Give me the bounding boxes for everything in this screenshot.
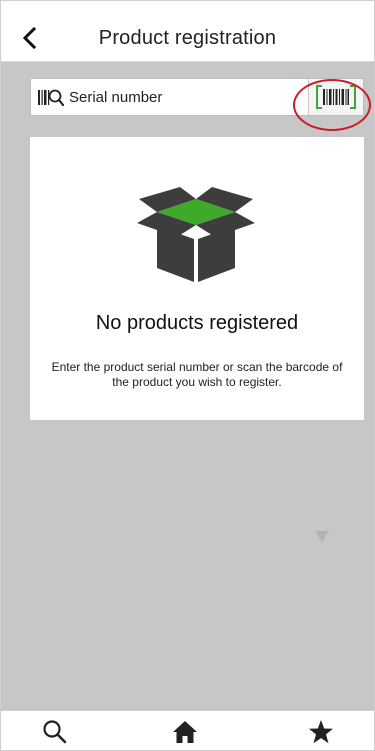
tab-search[interactable] — [37, 717, 73, 747]
open-box-icon — [135, 179, 257, 284]
tab-home[interactable] — [167, 717, 203, 747]
content-area: No products registered Enter the product… — [1, 62, 374, 710]
empty-state-description: Enter the product serial number or scan … — [51, 360, 343, 389]
empty-state-card: No products registered Enter the product… — [30, 137, 364, 420]
serial-search-bar — [30, 78, 364, 116]
scan-barcode-button[interactable] — [308, 79, 363, 115]
barcode-scan-icon — [316, 85, 356, 109]
empty-state-title: No products registered — [95, 312, 299, 334]
bottom-tab-bar — [1, 710, 374, 750]
home-icon — [173, 721, 197, 743]
back-button[interactable] — [19, 26, 43, 50]
page-title: Product registration — [98, 27, 277, 49]
star-icon — [309, 720, 333, 744]
search-icon — [43, 720, 67, 744]
chevron-left-icon — [22, 26, 37, 50]
triangle-down-icon — [315, 530, 329, 542]
serial-number-input[interactable] — [69, 85, 299, 109]
header: Product registration — [1, 1, 374, 62]
app-screen: Product registration Serial number No pr… — [0, 0, 375, 751]
tab-favorites[interactable] — [303, 717, 339, 747]
barcode-search-icon — [38, 88, 65, 108]
